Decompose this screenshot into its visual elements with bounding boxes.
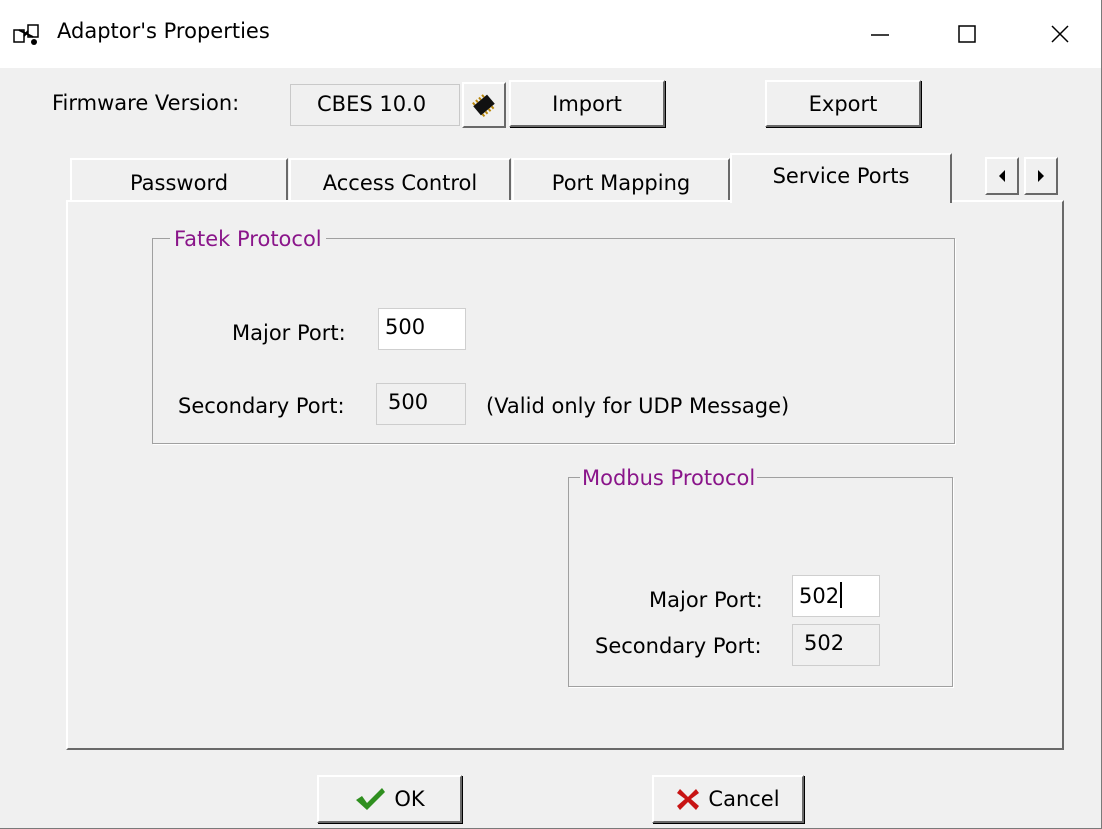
checkmark-icon — [356, 788, 386, 810]
udp-note: (Valid only for UDP Message) — [486, 394, 790, 418]
firmware-version-label: Firmware Version: — [52, 91, 240, 115]
modbus-secondary-port-field: 502 — [792, 624, 880, 666]
fatek-major-port-value: 500 — [385, 315, 426, 339]
modbus-secondary-port-value: 502 — [804, 631, 845, 655]
tab-password[interactable]: Password — [70, 158, 288, 202]
import-button[interactable]: Import — [509, 80, 665, 127]
tab-access-control[interactable]: Access Control — [289, 158, 511, 202]
chip-icon — [472, 94, 495, 118]
fatek-secondary-port-label: Secondary Port: — [178, 394, 345, 418]
window-title: Adaptor's Properties — [57, 19, 270, 43]
fatek-protocol-legend: Fatek Protocol — [170, 227, 326, 251]
ok-button-label: OK — [394, 787, 425, 811]
tab-service-ports[interactable]: Service Ports — [730, 153, 952, 203]
minimize-icon — [871, 34, 889, 36]
modbus-major-port-input[interactable]: 502 — [792, 575, 880, 617]
tab-label: Service Ports — [772, 164, 910, 188]
adaptor-network-icon — [12, 22, 42, 48]
firmware-version-field: CBES 10.0 — [290, 84, 460, 126]
arrow-left-icon — [999, 170, 1005, 182]
tab-label: Access Control — [322, 171, 478, 195]
modbus-major-port-label: Major Port: — [649, 588, 763, 612]
fatek-secondary-port-value: 500 — [388, 390, 429, 414]
close-button[interactable] — [1020, 0, 1100, 68]
modbus-secondary-port-label: Secondary Port: — [595, 634, 762, 658]
firmware-chip-button[interactable] — [462, 82, 506, 128]
tab-scroll-right-button[interactable] — [1024, 157, 1058, 195]
close-icon — [1051, 25, 1069, 43]
tab-label: Port Mapping — [551, 171, 691, 195]
text-caret — [840, 582, 843, 608]
fatek-secondary-port-field: 500 — [376, 383, 466, 425]
title-bar[interactable]: Adaptor's Properties — [0, 0, 1101, 68]
minimize-button[interactable] — [840, 0, 920, 68]
modbus-protocol-legend: Modbus Protocol — [580, 466, 758, 490]
x-icon — [677, 789, 700, 810]
maximize-icon — [958, 25, 976, 43]
tab-port-mapping[interactable]: Port Mapping — [512, 158, 730, 202]
modbus-major-port-value: 502 — [799, 584, 840, 608]
fatek-major-port-input[interactable]: 500 — [378, 308, 466, 350]
fatek-major-port-label: Major Port: — [232, 321, 346, 345]
arrow-right-icon — [1038, 170, 1044, 182]
adaptor-properties-window: Adaptor's Properties Firmware Version: C… — [0, 0, 1102, 829]
cancel-button[interactable]: Cancel — [652, 775, 804, 823]
tab-label: Password — [129, 171, 229, 195]
import-button-label: Import — [552, 91, 622, 116]
export-button[interactable]: Export — [765, 80, 921, 127]
tab-scroll-left-button[interactable] — [985, 157, 1019, 195]
export-button-label: Export — [808, 91, 878, 116]
firmware-version-value: CBES 10.0 — [317, 92, 427, 116]
ok-button[interactable]: OK — [317, 775, 462, 823]
maximize-button[interactable] — [927, 0, 1007, 68]
cancel-button-label: Cancel — [708, 787, 780, 811]
